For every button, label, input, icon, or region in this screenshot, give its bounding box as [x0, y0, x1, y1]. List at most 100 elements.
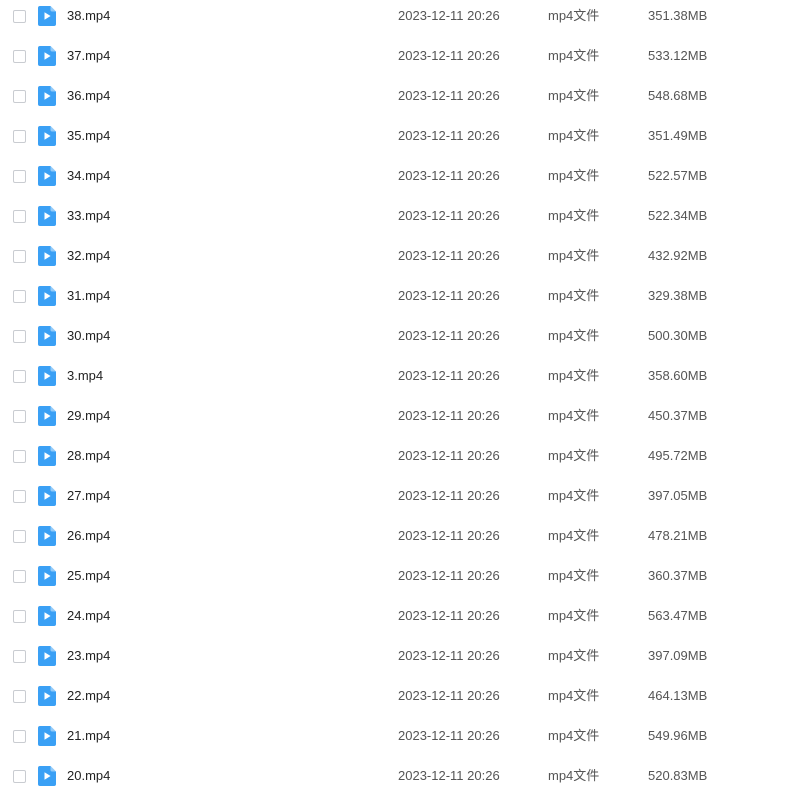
file-size: 549.96MB [648, 728, 708, 743]
video-file-icon[interactable] [38, 526, 56, 546]
row-checkbox[interactable] [13, 90, 26, 103]
modified-date: 2023-12-11 20:26 [398, 208, 500, 223]
file-name[interactable]: 22.mp4 [67, 688, 110, 704]
video-file-icon[interactable] [38, 86, 56, 106]
video-file-icon[interactable] [38, 326, 56, 346]
file-row[interactable]: 38.mp4 2023-12-11 20:26 mp4文件 351.38MB [0, 0, 786, 36]
row-checkbox[interactable] [13, 650, 26, 663]
file-name[interactable]: 33.mp4 [67, 208, 110, 224]
file-row[interactable]: 29.mp4 2023-12-11 20:26 mp4文件 450.37MB [0, 396, 786, 436]
modified-date: 2023-12-11 20:26 [398, 688, 500, 703]
row-checkbox[interactable] [13, 50, 26, 63]
modified-date: 2023-12-11 20:26 [398, 768, 500, 783]
file-row[interactable]: 37.mp4 2023-12-11 20:26 mp4文件 533.12MB [0, 36, 786, 76]
file-row[interactable]: 34.mp4 2023-12-11 20:26 mp4文件 522.57MB [0, 156, 786, 196]
file-type: mp4文件 [548, 8, 600, 23]
file-row[interactable]: 23.mp4 2023-12-11 20:26 mp4文件 397.09MB [0, 636, 786, 676]
video-file-icon[interactable] [38, 166, 56, 186]
row-checkbox[interactable] [13, 330, 26, 343]
row-checkbox[interactable] [13, 250, 26, 263]
video-file-icon[interactable] [38, 406, 56, 426]
modified-date: 2023-12-11 20:26 [398, 168, 500, 183]
row-checkbox[interactable] [13, 210, 26, 223]
file-row[interactable]: 21.mp4 2023-12-11 20:26 mp4文件 549.96MB [0, 716, 786, 756]
file-type: mp4文件 [548, 608, 600, 623]
file-name[interactable]: 36.mp4 [67, 88, 110, 104]
row-checkbox[interactable] [13, 410, 26, 423]
video-file-icon[interactable] [38, 606, 56, 626]
file-row[interactable]: 32.mp4 2023-12-11 20:26 mp4文件 432.92MB [0, 236, 786, 276]
file-name[interactable]: 34.mp4 [67, 168, 110, 184]
row-checkbox[interactable] [13, 770, 26, 783]
modified-date: 2023-12-11 20:26 [398, 328, 500, 343]
file-name[interactable]: 30.mp4 [67, 328, 110, 344]
file-size: 450.37MB [648, 408, 708, 423]
modified-date: 2023-12-11 20:26 [398, 8, 500, 23]
video-file-icon[interactable] [38, 366, 56, 386]
row-checkbox[interactable] [13, 450, 26, 463]
file-name[interactable]: 24.mp4 [67, 608, 110, 624]
file-name[interactable]: 32.mp4 [67, 248, 110, 264]
file-row[interactable]: 35.mp4 2023-12-11 20:26 mp4文件 351.49MB [0, 116, 786, 156]
modified-date: 2023-12-11 20:26 [398, 48, 500, 63]
file-row[interactable]: 28.mp4 2023-12-11 20:26 mp4文件 495.72MB [0, 436, 786, 476]
file-row[interactable]: 25.mp4 2023-12-11 20:26 mp4文件 360.37MB [0, 556, 786, 596]
file-row[interactable]: 26.mp4 2023-12-11 20:26 mp4文件 478.21MB [0, 516, 786, 556]
file-type: mp4文件 [548, 448, 600, 463]
file-row[interactable]: 36.mp4 2023-12-11 20:26 mp4文件 548.68MB [0, 76, 786, 116]
file-type: mp4文件 [548, 248, 600, 263]
file-row[interactable]: 30.mp4 2023-12-11 20:26 mp4文件 500.30MB [0, 316, 786, 356]
file-size: 522.34MB [648, 208, 708, 223]
video-file-icon[interactable] [38, 46, 56, 66]
row-checkbox[interactable] [13, 10, 26, 23]
file-name[interactable]: 23.mp4 [67, 648, 110, 664]
video-file-icon[interactable] [38, 446, 56, 466]
file-name[interactable]: 28.mp4 [67, 448, 110, 464]
row-checkbox[interactable] [13, 530, 26, 543]
video-file-icon[interactable] [38, 246, 56, 266]
modified-date: 2023-12-11 20:26 [398, 608, 500, 623]
file-row[interactable]: 33.mp4 2023-12-11 20:26 mp4文件 522.34MB [0, 196, 786, 236]
file-row[interactable]: 24.mp4 2023-12-11 20:26 mp4文件 563.47MB [0, 596, 786, 636]
file-name[interactable]: 20.mp4 [67, 768, 110, 784]
file-name[interactable]: 21.mp4 [67, 728, 110, 744]
file-size: 351.49MB [648, 128, 708, 143]
file-name[interactable]: 38.mp4 [67, 8, 110, 24]
row-checkbox[interactable] [13, 290, 26, 303]
video-file-icon[interactable] [38, 286, 56, 306]
file-name[interactable]: 29.mp4 [67, 408, 110, 424]
video-file-icon[interactable] [38, 566, 56, 586]
video-file-icon[interactable] [38, 726, 56, 746]
row-checkbox[interactable] [13, 370, 26, 383]
file-name[interactable]: 35.mp4 [67, 128, 110, 144]
row-checkbox[interactable] [13, 690, 26, 703]
file-row[interactable]: 20.mp4 2023-12-11 20:26 mp4文件 520.83MB [0, 756, 786, 796]
file-size: 397.09MB [648, 648, 708, 663]
file-name[interactable]: 37.mp4 [67, 48, 110, 64]
file-type: mp4文件 [548, 48, 600, 63]
row-checkbox[interactable] [13, 610, 26, 623]
row-checkbox[interactable] [13, 490, 26, 503]
video-file-icon[interactable] [38, 766, 56, 786]
file-name[interactable]: 27.mp4 [67, 488, 110, 504]
video-file-icon[interactable] [38, 126, 56, 146]
file-name[interactable]: 25.mp4 [67, 568, 110, 584]
file-row[interactable]: 22.mp4 2023-12-11 20:26 mp4文件 464.13MB [0, 676, 786, 716]
video-file-icon[interactable] [38, 646, 56, 666]
modified-date: 2023-12-11 20:26 [398, 568, 500, 583]
modified-date: 2023-12-11 20:26 [398, 368, 500, 383]
row-checkbox[interactable] [13, 130, 26, 143]
video-file-icon[interactable] [38, 6, 56, 26]
video-file-icon[interactable] [38, 486, 56, 506]
row-checkbox[interactable] [13, 570, 26, 583]
file-row[interactable]: 27.mp4 2023-12-11 20:26 mp4文件 397.05MB [0, 476, 786, 516]
file-name[interactable]: 31.mp4 [67, 288, 110, 304]
row-checkbox[interactable] [13, 170, 26, 183]
file-row[interactable]: 3.mp4 2023-12-11 20:26 mp4文件 358.60MB [0, 356, 786, 396]
video-file-icon[interactable] [38, 686, 56, 706]
file-name[interactable]: 26.mp4 [67, 528, 110, 544]
row-checkbox[interactable] [13, 730, 26, 743]
file-row[interactable]: 31.mp4 2023-12-11 20:26 mp4文件 329.38MB [0, 276, 786, 316]
file-name[interactable]: 3.mp4 [67, 368, 103, 384]
video-file-icon[interactable] [38, 206, 56, 226]
